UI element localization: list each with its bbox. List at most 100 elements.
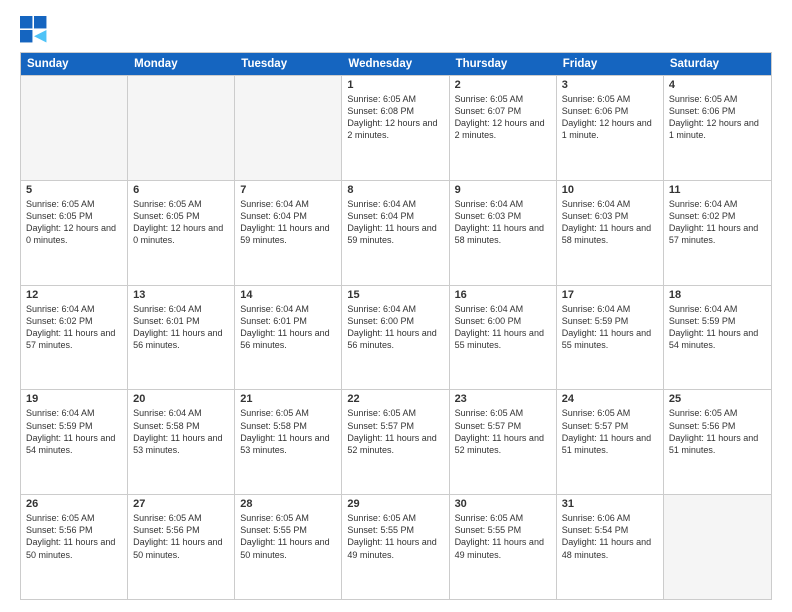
day-number: 8 xyxy=(347,184,443,196)
day-cell-24: 24 Sunrise: 6:05 AM Sunset: 5:57 PM Dayli… xyxy=(557,390,664,494)
day-cell-9: 9 Sunrise: 6:04 AM Sunset: 6:03 PM Daylig… xyxy=(450,181,557,285)
day-number: 1 xyxy=(347,79,443,91)
day-number: 26 xyxy=(26,498,122,510)
day-cell-20: 20 Sunrise: 6:04 AM Sunset: 5:58 PM Dayli… xyxy=(128,390,235,494)
calendar-row-0: 1 Sunrise: 6:05 AM Sunset: 6:08 PM Daylig… xyxy=(21,75,771,180)
day-number: 3 xyxy=(562,79,658,91)
day-cell-6: 6 Sunrise: 6:05 AM Sunset: 6:05 PM Daylig… xyxy=(128,181,235,285)
calendar-row-3: 19 Sunrise: 6:04 AM Sunset: 5:59 PM Dayli… xyxy=(21,389,771,494)
day-number: 15 xyxy=(347,289,443,301)
day-number: 19 xyxy=(26,393,122,405)
day-info: Sunrise: 6:05 AM Sunset: 5:55 PM Dayligh… xyxy=(240,512,336,561)
day-info: Sunrise: 6:05 AM Sunset: 6:08 PM Dayligh… xyxy=(347,93,443,142)
day-number: 21 xyxy=(240,393,336,405)
calendar-row-1: 5Sunrise: 6:05 AM Sunset: 6:05 PM Daylig… xyxy=(21,180,771,285)
logo-icon xyxy=(20,16,48,44)
day-cell-29: 29 Sunrise: 6:05 AM Sunset: 5:55 PM Dayli… xyxy=(342,495,449,599)
day-info: Sunrise: 6:05 AM Sunset: 5:58 PM Dayligh… xyxy=(240,407,336,456)
calendar-header: SundayMondayTuesdayWednesdayThursdayFrid… xyxy=(21,53,771,75)
day-info: Sunrise: 6:04 AM Sunset: 5:59 PM Dayligh… xyxy=(26,407,122,456)
day-cell-5: 5Sunrise: 6:05 AM Sunset: 6:05 PM Daylig… xyxy=(21,181,128,285)
day-info: Sunrise: 6:04 AM Sunset: 6:04 PM Dayligh… xyxy=(240,198,336,247)
day-info: Sunrise: 6:05 AM Sunset: 6:05 PM Dayligh… xyxy=(133,198,229,247)
day-info: Sunrise: 6:04 AM Sunset: 6:04 PM Dayligh… xyxy=(347,198,443,247)
day-cell-21: 21 Sunrise: 6:05 AM Sunset: 5:58 PM Dayli… xyxy=(235,390,342,494)
day-info: Sunrise: 6:06 AM Sunset: 5:54 PM Dayligh… xyxy=(562,512,658,561)
day-info: Sunrise: 6:04 AM Sunset: 6:03 PM Dayligh… xyxy=(455,198,551,247)
day-info: Sunrise: 6:04 AM Sunset: 6:01 PM Dayligh… xyxy=(240,303,336,352)
day-info: Sunrise: 6:04 AM Sunset: 6:00 PM Dayligh… xyxy=(347,303,443,352)
header-day-friday: Friday xyxy=(557,53,664,75)
header-day-monday: Monday xyxy=(128,53,235,75)
day-number: 28 xyxy=(240,498,336,510)
day-info: Sunrise: 6:04 AM Sunset: 5:58 PM Dayligh… xyxy=(133,407,229,456)
calendar-row-4: 26 Sunrise: 6:05 AM Sunset: 5:56 PM Dayli… xyxy=(21,494,771,599)
day-info: Sunrise: 6:05 AM Sunset: 5:57 PM Dayligh… xyxy=(455,407,551,456)
day-cell-7: 7 Sunrise: 6:04 AM Sunset: 6:04 PM Daylig… xyxy=(235,181,342,285)
day-number: 31 xyxy=(562,498,658,510)
day-cell-17: 17Sunrise: 6:04 AM Sunset: 5:59 PM Dayli… xyxy=(557,286,664,390)
empty-cell xyxy=(235,76,342,180)
day-number: 29 xyxy=(347,498,443,510)
day-number: 11 xyxy=(669,184,766,196)
header-day-thursday: Thursday xyxy=(450,53,557,75)
day-cell-25: 25 Sunrise: 6:05 AM Sunset: 5:56 PM Dayli… xyxy=(664,390,771,494)
empty-cell xyxy=(21,76,128,180)
day-cell-1: 1 Sunrise: 6:05 AM Sunset: 6:08 PM Daylig… xyxy=(342,76,449,180)
header-day-tuesday: Tuesday xyxy=(235,53,342,75)
day-cell-22: 22 Sunrise: 6:05 AM Sunset: 5:57 PM Dayli… xyxy=(342,390,449,494)
day-info: Sunrise: 6:05 AM Sunset: 5:57 PM Dayligh… xyxy=(347,407,443,456)
day-number: 13 xyxy=(133,289,229,301)
day-info: Sunrise: 6:04 AM Sunset: 6:02 PM Dayligh… xyxy=(26,303,122,352)
day-cell-23: 23Sunrise: 6:05 AM Sunset: 5:57 PM Dayli… xyxy=(450,390,557,494)
day-cell-18: 18 Sunrise: 6:04 AM Sunset: 5:59 PM Dayli… xyxy=(664,286,771,390)
day-cell-11: 11Sunrise: 6:04 AM Sunset: 6:02 PM Dayli… xyxy=(664,181,771,285)
day-cell-16: 16 Sunrise: 6:04 AM Sunset: 6:00 PM Dayli… xyxy=(450,286,557,390)
day-cell-15: 15 Sunrise: 6:04 AM Sunset: 6:00 PM Dayli… xyxy=(342,286,449,390)
day-info: Sunrise: 6:05 AM Sunset: 5:55 PM Dayligh… xyxy=(347,512,443,561)
empty-cell xyxy=(664,495,771,599)
day-number: 30 xyxy=(455,498,551,510)
day-info: Sunrise: 6:05 AM Sunset: 6:05 PM Dayligh… xyxy=(26,198,122,247)
day-info: Sunrise: 6:05 AM Sunset: 5:55 PM Dayligh… xyxy=(455,512,551,561)
day-cell-13: 13 Sunrise: 6:04 AM Sunset: 6:01 PM Dayli… xyxy=(128,286,235,390)
day-number: 18 xyxy=(669,289,766,301)
day-info: Sunrise: 6:05 AM Sunset: 5:56 PM Dayligh… xyxy=(669,407,766,456)
day-info: Sunrise: 6:05 AM Sunset: 5:56 PM Dayligh… xyxy=(133,512,229,561)
day-number: 24 xyxy=(562,393,658,405)
day-info: Sunrise: 6:05 AM Sunset: 6:06 PM Dayligh… xyxy=(562,93,658,142)
day-cell-8: 8 Sunrise: 6:04 AM Sunset: 6:04 PM Daylig… xyxy=(342,181,449,285)
empty-cell xyxy=(128,76,235,180)
day-cell-28: 28 Sunrise: 6:05 AM Sunset: 5:55 PM Dayli… xyxy=(235,495,342,599)
header-day-saturday: Saturday xyxy=(664,53,771,75)
day-cell-4: 4Sunrise: 6:05 AM Sunset: 6:06 PM Daylig… xyxy=(664,76,771,180)
header-day-sunday: Sunday xyxy=(21,53,128,75)
day-number: 16 xyxy=(455,289,551,301)
day-cell-2: 2Sunrise: 6:05 AM Sunset: 6:07 PM Daylig… xyxy=(450,76,557,180)
day-cell-31: 31 Sunrise: 6:06 AM Sunset: 5:54 PM Dayli… xyxy=(557,495,664,599)
header-day-wednesday: Wednesday xyxy=(342,53,449,75)
logo xyxy=(20,16,52,44)
day-info: Sunrise: 6:05 AM Sunset: 5:56 PM Dayligh… xyxy=(26,512,122,561)
day-info: Sunrise: 6:05 AM Sunset: 6:06 PM Dayligh… xyxy=(669,93,766,142)
day-info: Sunrise: 6:04 AM Sunset: 6:00 PM Dayligh… xyxy=(455,303,551,352)
day-number: 12 xyxy=(26,289,122,301)
calendar-row-2: 12 Sunrise: 6:04 AM Sunset: 6:02 PM Dayli… xyxy=(21,285,771,390)
day-info: Sunrise: 6:05 AM Sunset: 5:57 PM Dayligh… xyxy=(562,407,658,456)
day-cell-3: 3 Sunrise: 6:05 AM Sunset: 6:06 PM Daylig… xyxy=(557,76,664,180)
day-info: Sunrise: 6:04 AM Sunset: 5:59 PM Dayligh… xyxy=(669,303,766,352)
day-number: 6 xyxy=(133,184,229,196)
day-number: 9 xyxy=(455,184,551,196)
day-number: 7 xyxy=(240,184,336,196)
page-header xyxy=(20,16,772,44)
day-number: 25 xyxy=(669,393,766,405)
calendar-body: 1 Sunrise: 6:05 AM Sunset: 6:08 PM Daylig… xyxy=(21,75,771,599)
day-number: 20 xyxy=(133,393,229,405)
day-number: 14 xyxy=(240,289,336,301)
day-number: 10 xyxy=(562,184,658,196)
day-info: Sunrise: 6:04 AM Sunset: 6:01 PM Dayligh… xyxy=(133,303,229,352)
day-number: 22 xyxy=(347,393,443,405)
day-number: 2 xyxy=(455,79,551,91)
calendar: SundayMondayTuesdayWednesdayThursdayFrid… xyxy=(20,52,772,600)
day-cell-12: 12 Sunrise: 6:04 AM Sunset: 6:02 PM Dayli… xyxy=(21,286,128,390)
